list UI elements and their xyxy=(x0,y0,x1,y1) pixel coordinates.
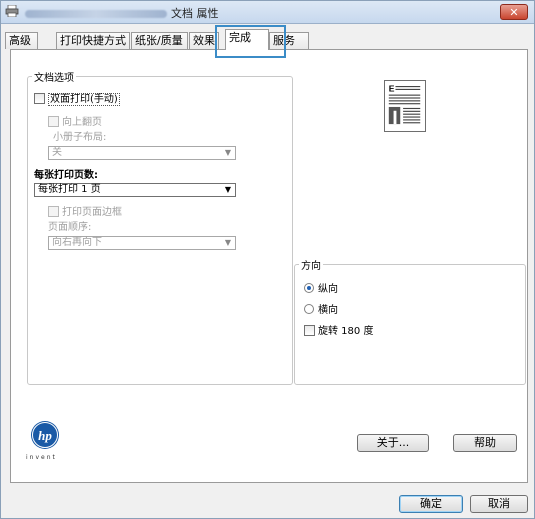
flip-pages-up-box[interactable] xyxy=(48,116,59,127)
properties-window: 文档 属性 ✕ 高级 打印快捷方式 纸张/质量 效果 完成 服务 文档选项 双面… xyxy=(0,0,535,519)
rotate-180-label: 旋转 180 度 xyxy=(318,326,374,337)
page-preview-icon: E xyxy=(384,80,426,132)
tab-printing-shortcuts[interactable]: 打印快捷方式 xyxy=(56,32,130,49)
flip-pages-up-label: 向上翻页 xyxy=(62,117,102,128)
title-bar: 文档 属性 ✕ xyxy=(1,1,534,24)
about-button[interactable]: 关于... xyxy=(357,434,429,452)
blurred-printer-name xyxy=(25,10,167,18)
close-icon: ✕ xyxy=(509,6,519,19)
chevron-down-icon: ▼ xyxy=(224,148,231,157)
landscape-radio-button[interactable] xyxy=(304,304,314,314)
hp-invent-text: invent xyxy=(26,454,57,461)
finishing-panel: 文档选项 双面打印(手动) 向上翻页 小册子布局: 关 ▼ 每张打印页数: 每张… xyxy=(10,49,528,483)
chevron-down-icon: ▼ xyxy=(224,238,231,247)
tab-advanced[interactable]: 高级 xyxy=(5,32,38,49)
window-title: 文档 属性 xyxy=(25,5,219,21)
flip-pages-up-checkbox[interactable]: 向上翻页 xyxy=(48,113,102,128)
page-order-value: 向右再向下 xyxy=(52,237,102,248)
portrait-radio[interactable]: 纵向 xyxy=(304,280,338,295)
page-order-label: 页面顺序: xyxy=(48,222,92,233)
svg-text:E: E xyxy=(389,84,395,94)
pages-per-sheet-label: 每张打印页数: xyxy=(34,170,98,181)
tab-paper-quality[interactable]: 纸张/质量 xyxy=(131,32,188,49)
rotate-180-checkbox[interactable]: 旋转 180 度 xyxy=(304,322,373,337)
document-options-legend: 文档选项 xyxy=(34,73,74,84)
page-order-select[interactable]: 向右再向下 ▼ xyxy=(48,236,236,250)
printer-icon xyxy=(5,5,19,17)
pages-per-sheet-value: 每张打印 1 页 xyxy=(38,184,101,195)
print-page-borders-checkbox[interactable]: 打印页面边框 xyxy=(48,203,122,218)
portrait-label: 纵向 xyxy=(318,284,338,295)
pages-per-sheet-select[interactable]: 每张打印 1 页 ▼ xyxy=(34,183,236,197)
svg-text:hp: hp xyxy=(38,428,52,443)
duplex-checkbox[interactable]: 双面打印(手动) xyxy=(34,90,120,106)
print-page-borders-label: 打印页面边框 xyxy=(62,207,122,218)
chevron-down-icon: ▼ xyxy=(224,185,231,194)
orientation-legend: 方向 xyxy=(301,261,321,272)
portrait-radio-button[interactable] xyxy=(304,283,314,293)
duplex-label: 双面打印(手动) xyxy=(48,93,120,106)
close-button[interactable]: ✕ xyxy=(500,4,528,20)
ok-button[interactable]: 确定 xyxy=(399,495,463,513)
window-title-text: 文档 属性 xyxy=(171,7,219,20)
help-button[interactable]: 帮助 xyxy=(453,434,517,452)
tab-highlight-callout xyxy=(215,25,286,58)
duplex-checkbox-box[interactable] xyxy=(34,93,45,104)
booklet-layout-value: 关 xyxy=(52,147,62,158)
print-page-borders-box[interactable] xyxy=(48,206,59,217)
cancel-button[interactable]: 取消 xyxy=(470,495,528,513)
landscape-label: 横向 xyxy=(318,305,338,316)
orientation-group: 方向 xyxy=(294,257,526,385)
rotate-180-box[interactable] xyxy=(304,325,315,336)
booklet-layout-select[interactable]: 关 ▼ xyxy=(48,146,236,160)
booklet-layout-label: 小册子布局: xyxy=(53,132,107,143)
landscape-radio[interactable]: 横向 xyxy=(304,301,338,316)
